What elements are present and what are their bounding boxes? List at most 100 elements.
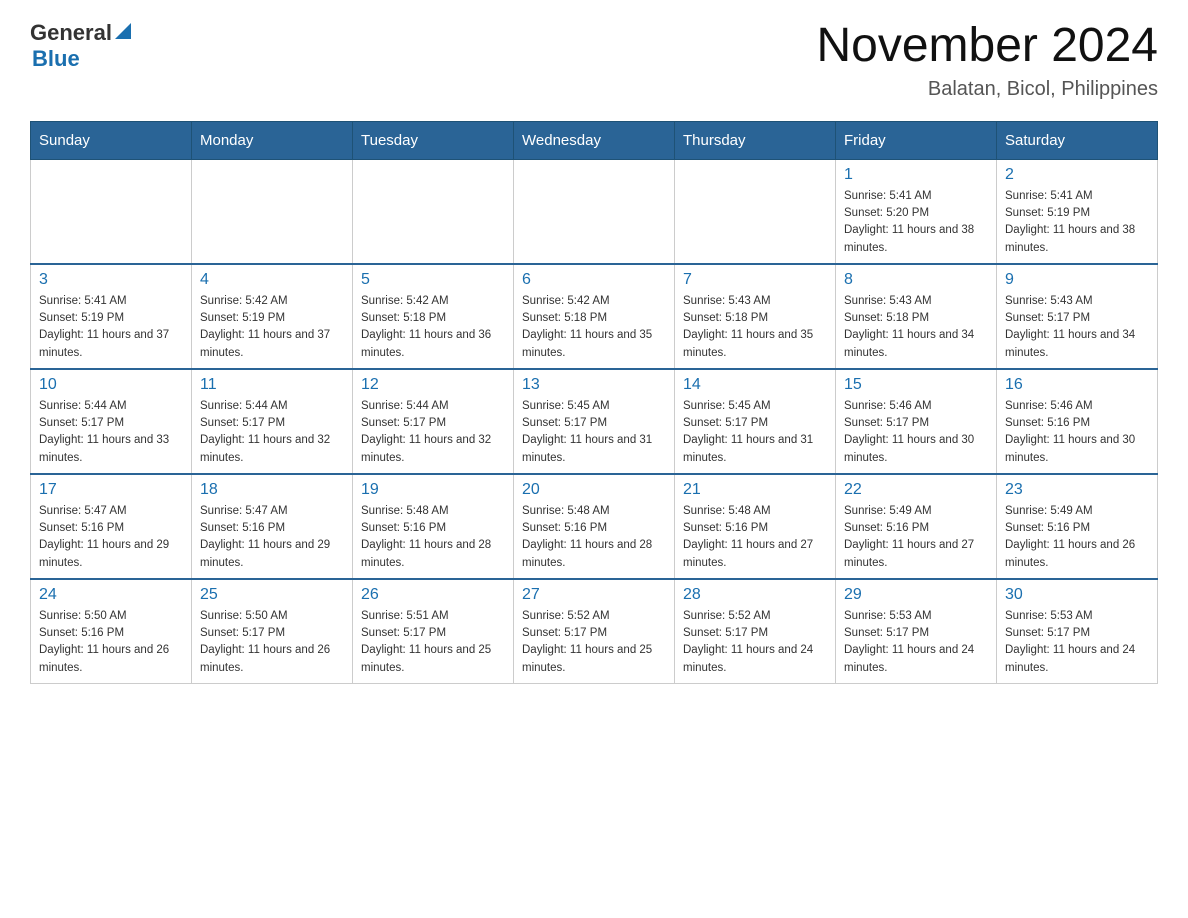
day-number: 23 xyxy=(1005,481,1149,499)
calendar-day-cell: 11 Sunrise: 5:44 AM Sunset: 5:17 PM Dayli… xyxy=(192,369,353,474)
day-info: Sunrise: 5:45 AM Sunset: 5:17 PM Dayligh… xyxy=(522,398,666,467)
day-number: 15 xyxy=(844,376,988,394)
day-info: Sunrise: 5:42 AM Sunset: 5:18 PM Dayligh… xyxy=(361,293,505,362)
day-number: 14 xyxy=(683,376,827,394)
day-info: Sunrise: 5:46 AM Sunset: 5:17 PM Dayligh… xyxy=(844,398,988,467)
day-info: Sunrise: 5:49 AM Sunset: 5:16 PM Dayligh… xyxy=(844,503,988,572)
day-info: Sunrise: 5:49 AM Sunset: 5:16 PM Dayligh… xyxy=(1005,503,1149,572)
day-number: 20 xyxy=(522,481,666,499)
calendar-day-cell xyxy=(514,159,675,264)
calendar-day-cell xyxy=(192,159,353,264)
calendar-week-row: 3 Sunrise: 5:41 AM Sunset: 5:19 PM Daylig… xyxy=(31,264,1158,369)
day-number: 11 xyxy=(200,376,344,394)
day-info: Sunrise: 5:46 AM Sunset: 5:16 PM Dayligh… xyxy=(1005,398,1149,467)
day-info: Sunrise: 5:42 AM Sunset: 5:18 PM Dayligh… xyxy=(522,293,666,362)
calendar-day-cell: 14 Sunrise: 5:45 AM Sunset: 5:17 PM Dayli… xyxy=(675,369,836,474)
header-saturday: Saturday xyxy=(997,121,1158,159)
day-number: 2 xyxy=(1005,166,1149,184)
day-number: 29 xyxy=(844,586,988,604)
calendar-day-cell: 29 Sunrise: 5:53 AM Sunset: 5:17 PM Dayli… xyxy=(836,579,997,684)
day-info: Sunrise: 5:48 AM Sunset: 5:16 PM Dayligh… xyxy=(522,503,666,572)
calendar-day-cell: 20 Sunrise: 5:48 AM Sunset: 5:16 PM Dayli… xyxy=(514,474,675,579)
header-tuesday: Tuesday xyxy=(353,121,514,159)
day-info: Sunrise: 5:43 AM Sunset: 5:18 PM Dayligh… xyxy=(683,293,827,362)
day-number: 19 xyxy=(361,481,505,499)
calendar-day-cell: 18 Sunrise: 5:47 AM Sunset: 5:16 PM Dayli… xyxy=(192,474,353,579)
calendar-day-cell: 24 Sunrise: 5:50 AM Sunset: 5:16 PM Dayli… xyxy=(31,579,192,684)
calendar-day-cell: 9 Sunrise: 5:43 AM Sunset: 5:17 PM Daylig… xyxy=(997,264,1158,369)
calendar-day-cell: 21 Sunrise: 5:48 AM Sunset: 5:16 PM Dayli… xyxy=(675,474,836,579)
day-info: Sunrise: 5:50 AM Sunset: 5:16 PM Dayligh… xyxy=(39,608,183,677)
calendar-day-cell: 30Sunrise: 5:53 AM Sunset: 5:17 PM Dayli… xyxy=(997,579,1158,684)
header-thursday: Thursday xyxy=(675,121,836,159)
day-number: 4 xyxy=(200,271,344,289)
calendar-day-cell: 25 Sunrise: 5:50 AM Sunset: 5:17 PM Dayli… xyxy=(192,579,353,684)
day-info: Sunrise: 5:45 AM Sunset: 5:17 PM Dayligh… xyxy=(683,398,827,467)
calendar-day-cell: 7Sunrise: 5:43 AM Sunset: 5:18 PM Daylig… xyxy=(675,264,836,369)
day-info: Sunrise: 5:47 AM Sunset: 5:16 PM Dayligh… xyxy=(39,503,183,572)
calendar-day-cell: 2Sunrise: 5:41 AM Sunset: 5:19 PM Daylig… xyxy=(997,159,1158,264)
day-number: 18 xyxy=(200,481,344,499)
day-number: 30 xyxy=(1005,586,1149,604)
calendar-week-row: 17 Sunrise: 5:47 AM Sunset: 5:16 PM Dayli… xyxy=(31,474,1158,579)
day-number: 3 xyxy=(39,271,183,289)
day-info: Sunrise: 5:47 AM Sunset: 5:16 PM Dayligh… xyxy=(200,503,344,572)
day-number: 13 xyxy=(522,376,666,394)
day-info: Sunrise: 5:44 AM Sunset: 5:17 PM Dayligh… xyxy=(39,398,183,467)
day-number: 17 xyxy=(39,481,183,499)
day-info: Sunrise: 5:50 AM Sunset: 5:17 PM Dayligh… xyxy=(200,608,344,677)
logo-blue-text: Blue xyxy=(32,46,80,71)
calendar-day-cell: 10 Sunrise: 5:44 AM Sunset: 5:17 PM Dayli… xyxy=(31,369,192,474)
day-info: Sunrise: 5:53 AM Sunset: 5:17 PM Dayligh… xyxy=(844,608,988,677)
day-number: 12 xyxy=(361,376,505,394)
month-year-title: November 2024 xyxy=(816,20,1158,73)
calendar-day-cell: 26 Sunrise: 5:51 AM Sunset: 5:17 PM Dayli… xyxy=(353,579,514,684)
calendar-day-cell xyxy=(31,159,192,264)
calendar-week-row: 10 Sunrise: 5:44 AM Sunset: 5:17 PM Dayli… xyxy=(31,369,1158,474)
day-number: 10 xyxy=(39,376,183,394)
calendar-day-cell: 13 Sunrise: 5:45 AM Sunset: 5:17 PM Dayli… xyxy=(514,369,675,474)
day-info: Sunrise: 5:41 AM Sunset: 5:20 PM Dayligh… xyxy=(844,188,988,257)
calendar-day-cell: 19 Sunrise: 5:48 AM Sunset: 5:16 PM Dayli… xyxy=(353,474,514,579)
day-number: 9 xyxy=(1005,271,1149,289)
calendar-day-cell: 27 Sunrise: 5:52 AM Sunset: 5:17 PM Dayli… xyxy=(514,579,675,684)
day-info: Sunrise: 5:51 AM Sunset: 5:17 PM Dayligh… xyxy=(361,608,505,677)
day-number: 25 xyxy=(200,586,344,604)
calendar-table: Sunday Monday Tuesday Wednesday Thursday… xyxy=(30,121,1158,684)
calendar-day-cell: 16 Sunrise: 5:46 AM Sunset: 5:16 PM Dayli… xyxy=(997,369,1158,474)
day-info: Sunrise: 5:48 AM Sunset: 5:16 PM Dayligh… xyxy=(683,503,827,572)
calendar-week-row: 24 Sunrise: 5:50 AM Sunset: 5:16 PM Dayli… xyxy=(31,579,1158,684)
day-number: 22 xyxy=(844,481,988,499)
calendar-week-row: 1 Sunrise: 5:41 AM Sunset: 5:20 PM Daylig… xyxy=(31,159,1158,264)
day-number: 1 xyxy=(844,166,988,184)
page-header: General Blue November 2024 Balatan, Bico… xyxy=(30,20,1158,101)
day-info: Sunrise: 5:52 AM Sunset: 5:17 PM Dayligh… xyxy=(522,608,666,677)
calendar-day-cell: 5Sunrise: 5:42 AM Sunset: 5:18 PM Daylig… xyxy=(353,264,514,369)
day-info: Sunrise: 5:41 AM Sunset: 5:19 PM Dayligh… xyxy=(39,293,183,362)
calendar-day-cell xyxy=(353,159,514,264)
calendar-day-cell: 12Sunrise: 5:44 AM Sunset: 5:17 PM Dayli… xyxy=(353,369,514,474)
day-info: Sunrise: 5:43 AM Sunset: 5:17 PM Dayligh… xyxy=(1005,293,1149,362)
day-info: Sunrise: 5:43 AM Sunset: 5:18 PM Dayligh… xyxy=(844,293,988,362)
title-section: November 2024 Balatan, Bicol, Philippine… xyxy=(816,20,1158,101)
logo-triangle-icon xyxy=(115,23,131,44)
location-subtitle: Balatan, Bicol, Philippines xyxy=(816,78,1158,101)
calendar-day-cell: 22 Sunrise: 5:49 AM Sunset: 5:16 PM Dayli… xyxy=(836,474,997,579)
day-info: Sunrise: 5:52 AM Sunset: 5:17 PM Dayligh… xyxy=(683,608,827,677)
day-info: Sunrise: 5:48 AM Sunset: 5:16 PM Dayligh… xyxy=(361,503,505,572)
day-number: 24 xyxy=(39,586,183,604)
calendar-day-cell: 17 Sunrise: 5:47 AM Sunset: 5:16 PM Dayli… xyxy=(31,474,192,579)
calendar-day-cell: 28 Sunrise: 5:52 AM Sunset: 5:17 PM Dayli… xyxy=(675,579,836,684)
calendar-day-cell: 15 Sunrise: 5:46 AM Sunset: 5:17 PM Dayli… xyxy=(836,369,997,474)
day-number: 28 xyxy=(683,586,827,604)
logo: General Blue xyxy=(30,20,131,72)
day-number: 16 xyxy=(1005,376,1149,394)
day-number: 27 xyxy=(522,586,666,604)
day-info: Sunrise: 5:44 AM Sunset: 5:17 PM Dayligh… xyxy=(200,398,344,467)
day-number: 6 xyxy=(522,271,666,289)
header-wednesday: Wednesday xyxy=(514,121,675,159)
calendar-day-cell: 6 Sunrise: 5:42 AM Sunset: 5:18 PM Daylig… xyxy=(514,264,675,369)
day-number: 21 xyxy=(683,481,827,499)
day-number: 26 xyxy=(361,586,505,604)
calendar-day-cell: 8Sunrise: 5:43 AM Sunset: 5:18 PM Daylig… xyxy=(836,264,997,369)
